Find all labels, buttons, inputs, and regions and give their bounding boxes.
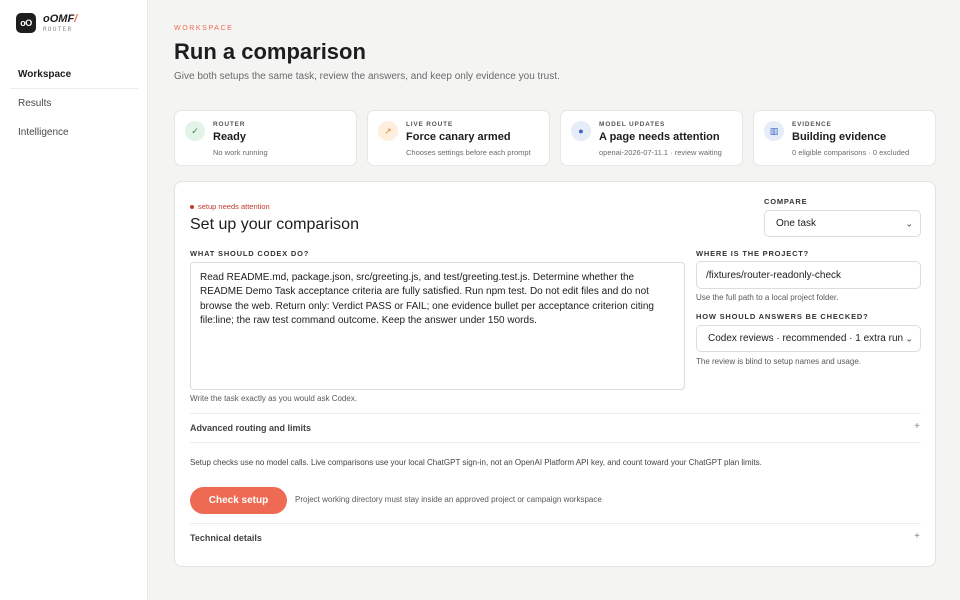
card-label: MODEL UPDATES [599,121,666,128]
plus-icon[interactable]: + [914,531,920,542]
status-dot-icon [190,204,194,209]
sidebar-item-results[interactable]: Results [0,89,148,118]
brand-sub: ROUTER [43,25,73,33]
brand-name: oOMF/ [43,12,78,25]
divider [190,413,921,414]
button-note: Project working directory must stay insi… [295,495,602,504]
panel-title: Set up your comparison [190,216,359,233]
setup-notice: Setup checks use no model calls. Live co… [190,458,762,467]
page-eyebrow: WORKSPACE [174,25,234,32]
status-cards: ✓ ROUTER Ready No work running ↗ LIVE RO… [174,110,936,166]
card-note: No work running [213,148,268,157]
status-badge: setup needs attention [190,202,270,211]
status-card-router: ✓ ROUTER Ready No work running [174,110,357,166]
check-icon: ✓ [185,121,205,141]
grid-icon: ▥ [764,121,784,141]
card-note: Chooses settings before each prompt [406,148,531,157]
logo-icon: oO [16,13,36,33]
status-card-live-route: ↗ LIVE ROUTE Force canary armed Chooses … [367,110,550,166]
sidebar-item-workspace[interactable]: Workspace [10,60,138,89]
check-setup-button[interactable]: Check setup [190,487,287,514]
plus-icon[interactable]: + [914,421,920,432]
chevron-down-icon: ⌄ [905,333,913,343]
arrow-up-right-icon: ↗ [378,121,398,141]
check-help: The review is blind to setup names and u… [696,357,861,366]
brand[interactable]: oO oOMF/ ROUTER [16,13,77,33]
check-method-select[interactable]: Codex reviews · recommended · 1 extra ru… [696,325,921,352]
card-label: ROUTER [213,121,246,128]
divider [190,442,921,443]
task-label: WHAT SHOULD CODEX DO? [190,249,310,258]
advanced-routing-toggle[interactable]: Advanced routing and limits [190,423,311,433]
status-card-model-updates: ● MODEL UPDATES A page needs attention o… [560,110,743,166]
page-subtitle: Give both setups the same task, review t… [174,71,560,82]
compare-select[interactable]: One task ⌄ [764,210,921,237]
compare-label: COMPARE [764,197,808,206]
card-value: A page needs attention [599,131,720,143]
project-path-input[interactable] [696,261,921,289]
status-card-evidence: ▥ EVIDENCE Building evidence 0 eligible … [753,110,936,166]
comparison-setup-panel: setup needs attention Set up your compar… [174,181,936,567]
page-title: Run a comparison [174,39,366,64]
dot-icon: ● [571,121,591,141]
check-select-value: Codex reviews · recommended · 1 extra ru… [708,333,904,344]
card-value: Ready [213,131,247,143]
card-note: openai-2026-07-11.1 · review waiting [599,148,722,157]
sidebar: oO oOMF/ ROUTER Workspace Results Intell… [0,0,148,600]
card-value: Force canary armed [406,131,511,143]
sidebar-item-intelligence[interactable]: Intelligence [0,118,148,147]
check-label: HOW SHOULD ANSWERS BE CHECKED? [696,312,869,321]
project-label: WHERE IS THE PROJECT? [696,249,810,258]
divider [190,523,921,524]
chevron-down-icon: ⌄ [905,218,913,228]
task-textarea[interactable]: Read README.md, package.json, src/greeti… [190,262,685,390]
compare-select-value: One task [776,218,817,229]
technical-details-toggle[interactable]: Technical details [190,533,262,543]
project-help: Use the full path to a local project fol… [696,293,839,302]
card-note: 0 eligible comparisons · 0 excluded [792,148,910,157]
task-help: Write the task exactly as you would ask … [190,394,358,403]
card-value: Building evidence [792,131,887,143]
card-label: LIVE ROUTE [406,121,454,128]
sidebar-nav: Workspace Results Intelligence [0,60,148,147]
card-label: EVIDENCE [792,121,832,128]
